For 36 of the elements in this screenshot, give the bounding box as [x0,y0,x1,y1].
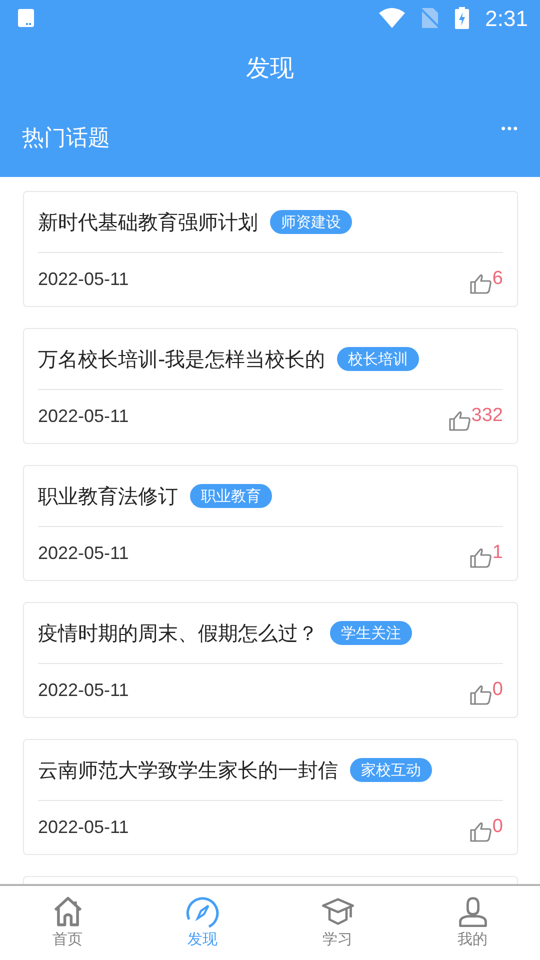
wifi-icon [379,8,406,28]
topic-title[interactable]: 云南师范大学致学生家长的一封信 [38,755,338,785]
like-count: 0 [492,678,503,702]
topic-title[interactable]: 新时代基础教育强师计划 [38,207,258,237]
thumbs-up-icon[interactable] [449,410,472,431]
topic-tag: 职业教育 [190,484,272,508]
page-title: 发现 [246,53,294,84]
topic-title[interactable]: 疫情时期的周末、假期怎么过？ [38,618,318,648]
thumbs-up-icon[interactable] [470,822,492,842]
no-sim-icon [421,8,440,28]
topic-tag: 家校互动 [350,758,432,782]
nav-tab[interactable]: 首页 [0,886,135,960]
clock-time: 2:31 [485,4,528,32]
nav-tab[interactable]: 我的 [405,886,540,960]
section-title: 热门话题 [22,125,110,153]
topic-title[interactable]: 职业教育法修订 [38,481,178,511]
topic-tag: 师资建设 [270,210,352,234]
app-notification-icon [18,9,34,27]
like-count: 332 [471,404,503,428]
thumbs-up-icon[interactable] [470,274,492,294]
thumbs-up-icon[interactable] [470,548,492,568]
compass-icon [186,894,220,928]
topic-tag: 学生关注 [330,620,412,646]
topic-date: 2022-05-11 [38,542,129,565]
battery-charging-icon [455,7,470,29]
topic-date: 2022-05-11 [38,268,129,291]
topic-date: 2022-05-11 [38,816,129,839]
topic-date: 2022-05-11 [38,405,129,428]
thumbs-up-icon[interactable] [470,684,492,705]
like-count: 0 [492,815,503,840]
topic-title[interactable]: 万名校长培训-我是怎样当校长的 [38,344,326,374]
nav-tab[interactable]: 学习 [270,886,405,960]
like-count: 1 [492,541,503,566]
topic-tag: 校长培训 [337,346,420,372]
like-count: 6 [492,267,503,292]
topic-date: 2022-05-11 [38,679,129,702]
